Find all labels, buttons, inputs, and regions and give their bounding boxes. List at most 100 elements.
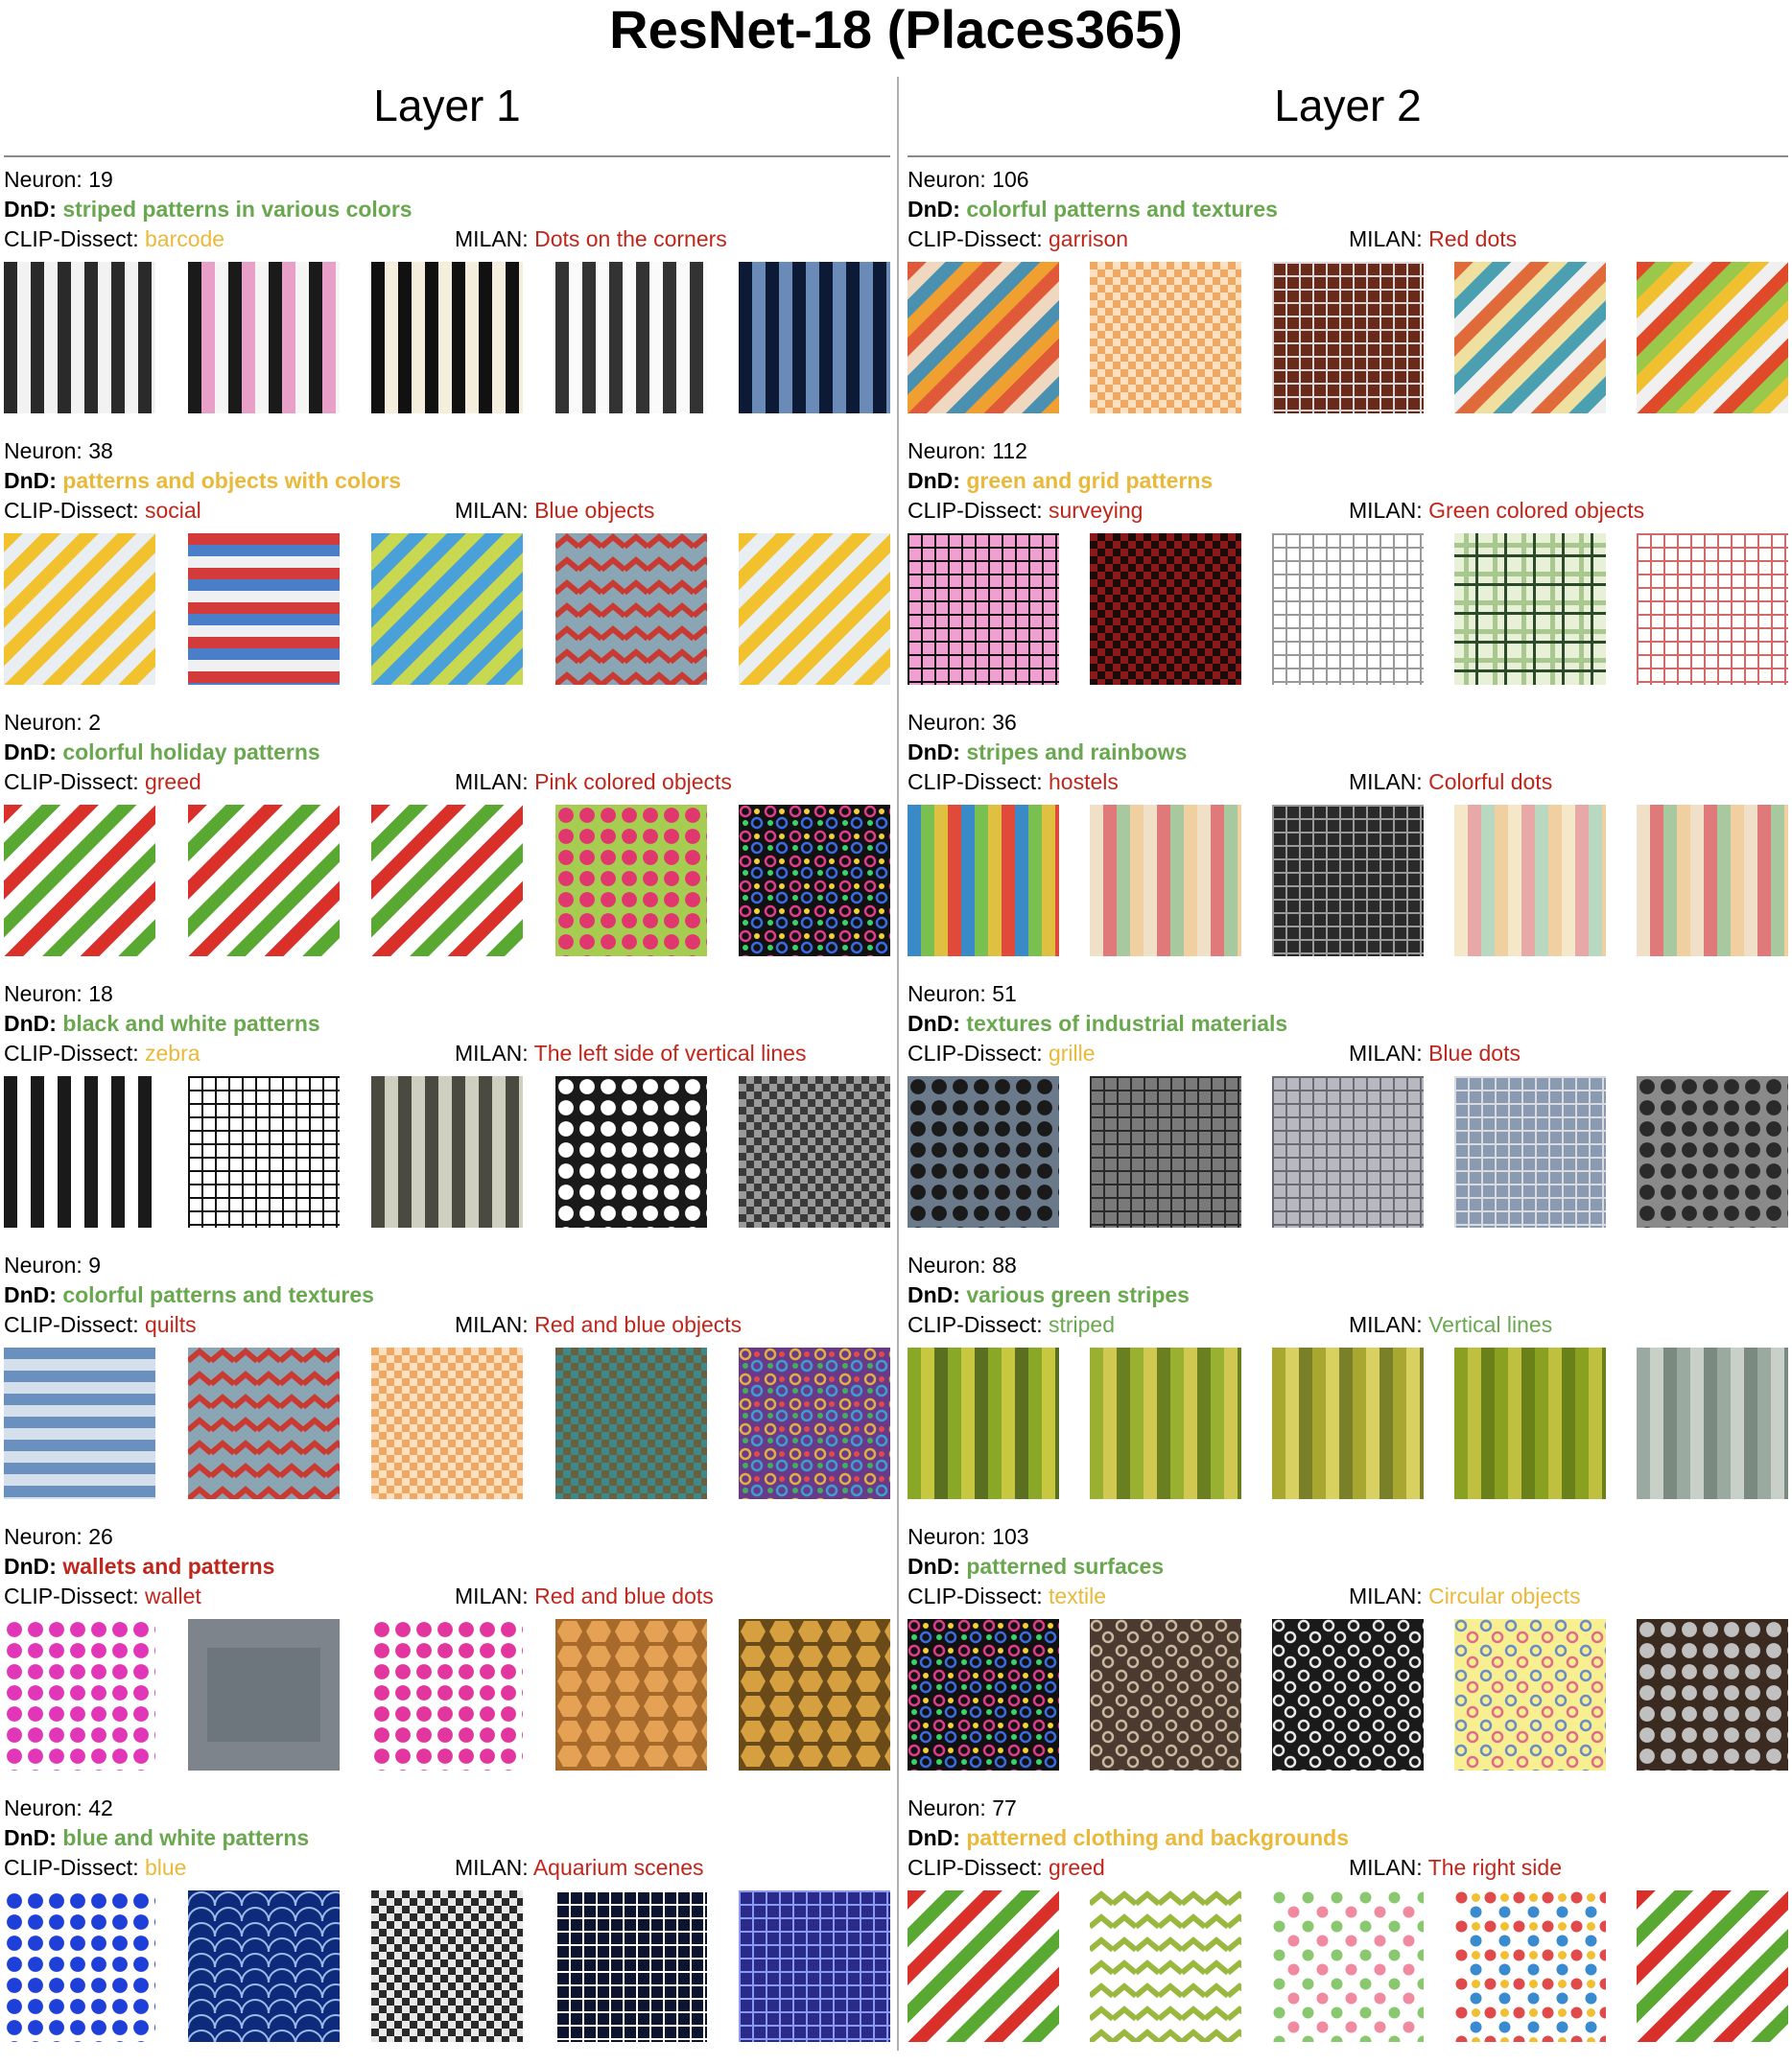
clip-dissect-label: CLIP-Dissect: bbox=[908, 226, 1049, 251]
method-line: CLIP-Dissect: garrison MILAN: Red dots bbox=[908, 224, 1788, 254]
activation-image bbox=[187, 533, 340, 685]
clip-dissect-label: CLIP-Dissect: bbox=[4, 1855, 145, 1880]
clip-dissect-label: CLIP-Dissect: bbox=[908, 1041, 1049, 1066]
milan-label: MILAN: bbox=[1349, 1312, 1429, 1337]
activation-image bbox=[1637, 1348, 1788, 1499]
activation-image bbox=[371, 1890, 523, 2042]
clip-dissect-description: blue bbox=[144, 1855, 187, 1880]
milan-group: MILAN: Vertical lines bbox=[1349, 1310, 1552, 1340]
neuron-block: Neuron: 2 DnD: colorful holiday patterns C… bbox=[4, 708, 890, 979]
method-line: CLIP-Dissect: grille MILAN: Blue dots bbox=[908, 1039, 1788, 1068]
neuron-label: Neuron: bbox=[4, 981, 89, 1006]
clip-dissect-label: CLIP-Dissect: bbox=[4, 226, 145, 251]
neuron-id-line: Neuron: 36 bbox=[908, 708, 1788, 738]
layer-title: Layer 2 bbox=[1274, 81, 1422, 130]
milan-description: Red dots bbox=[1428, 226, 1518, 251]
layer-column-left: Layer 1 Neuron: 19 DnD: striped patterns i… bbox=[4, 67, 890, 2065]
activation-image bbox=[908, 262, 1059, 413]
clip-dissect-label: CLIP-Dissect: bbox=[908, 1584, 1049, 1608]
dnd-label: DnD: bbox=[4, 197, 63, 222]
milan-label: MILAN: bbox=[455, 769, 535, 794]
neuron-block: Neuron: 51 DnD: textures of industrial ma… bbox=[908, 979, 1788, 1251]
dnd-description: colorful patterns and textures bbox=[966, 197, 1278, 222]
neuron-block: Neuron: 77 DnD: patterned clothing and ba… bbox=[908, 1794, 1788, 2065]
milan-group: MILAN: The right side bbox=[1349, 1853, 1562, 1883]
activation-image bbox=[4, 533, 155, 685]
activation-image bbox=[1637, 533, 1788, 685]
activation-image bbox=[908, 1890, 1059, 2042]
activation-image bbox=[1454, 533, 1606, 685]
neuron-id-line: Neuron: 38 bbox=[4, 436, 890, 466]
milan-group: MILAN: Red and blue dots bbox=[455, 1582, 714, 1611]
milan-group: MILAN: Aquarium scenes bbox=[455, 1853, 704, 1883]
neuron-label: Neuron: bbox=[908, 167, 993, 192]
dnd-line: DnD: textures of industrial materials bbox=[908, 1009, 1788, 1039]
milan-description: Pink colored objects bbox=[534, 769, 732, 794]
method-line: CLIP-Dissect: wallet MILAN: Red and blue … bbox=[4, 1582, 890, 1611]
dnd-label: DnD: bbox=[4, 739, 63, 764]
clip-dissect-description: wallet bbox=[144, 1584, 201, 1608]
activation-image bbox=[1272, 805, 1424, 956]
neuron-id-line: Neuron: 26 bbox=[4, 1522, 890, 1552]
milan-description: Colorful dots bbox=[1428, 769, 1553, 794]
neuron-block: Neuron: 88 DnD: various green stripes CLIP… bbox=[908, 1251, 1788, 1522]
milan-label: MILAN: bbox=[1349, 1041, 1429, 1066]
activation-image bbox=[1454, 805, 1606, 956]
activation-image bbox=[371, 1619, 523, 1771]
dnd-label: DnD: bbox=[908, 468, 967, 493]
neuron-block: Neuron: 36 DnD: stripes and rainbows CLIP-… bbox=[908, 708, 1788, 979]
clip-dissect-label: CLIP-Dissect: bbox=[4, 1584, 145, 1608]
milan-group: MILAN: Green colored objects bbox=[1349, 496, 1644, 526]
milan-group: MILAN: Colorful dots bbox=[1349, 767, 1552, 797]
method-line: CLIP-Dissect: blue MILAN: Aquarium scenes bbox=[4, 1853, 890, 1883]
neuron-id: 26 bbox=[88, 1524, 113, 1549]
activation-image bbox=[1272, 1890, 1424, 2042]
milan-label: MILAN: bbox=[1349, 1855, 1428, 1880]
activation-image bbox=[1454, 1890, 1606, 2042]
dnd-label: DnD: bbox=[4, 468, 63, 493]
clip-dissect-label: CLIP-Dissect: bbox=[4, 498, 145, 523]
activation-image bbox=[1454, 262, 1606, 413]
method-line: CLIP-Dissect: textile MILAN: Circular obj… bbox=[908, 1582, 1788, 1611]
dnd-label: DnD: bbox=[908, 1554, 967, 1579]
neuron-label: Neuron: bbox=[908, 1795, 993, 1820]
clip-dissect-description: barcode bbox=[144, 226, 225, 251]
activation-image bbox=[554, 1348, 707, 1499]
activation-image bbox=[187, 1076, 340, 1228]
activation-image bbox=[1637, 262, 1788, 413]
milan-description: The left side of vertical lines bbox=[533, 1041, 807, 1066]
method-line: CLIP-Dissect: striped MILAN: Vertical lin… bbox=[908, 1310, 1788, 1340]
dnd-label: DnD: bbox=[908, 197, 967, 222]
clip-dissect-description: quilts bbox=[144, 1312, 197, 1337]
activation-image-row bbox=[908, 533, 1788, 685]
activation-image bbox=[4, 1348, 155, 1499]
activation-image-row bbox=[4, 1619, 890, 1771]
dnd-line: DnD: green and grid patterns bbox=[908, 466, 1788, 496]
dnd-label: DnD: bbox=[908, 1011, 967, 1036]
layer-divider bbox=[4, 155, 890, 157]
dnd-description: stripes and rainbows bbox=[966, 739, 1188, 764]
activation-image bbox=[1272, 1619, 1424, 1771]
activation-image bbox=[1090, 1619, 1241, 1771]
activation-image bbox=[908, 805, 1059, 956]
dnd-line: DnD: patterns and objects with colors bbox=[4, 466, 890, 496]
activation-image bbox=[1090, 1348, 1241, 1499]
milan-label: MILAN: bbox=[1349, 226, 1429, 251]
neuron-label: Neuron: bbox=[908, 1524, 993, 1549]
activation-image-row bbox=[4, 533, 890, 685]
method-line: CLIP-Dissect: social MILAN: Blue objects bbox=[4, 496, 890, 526]
neuron-id-line: Neuron: 42 bbox=[4, 1794, 890, 1823]
activation-image bbox=[739, 1890, 890, 2042]
activation-image-row bbox=[4, 1348, 890, 1499]
neuron-block: Neuron: 38 DnD: patterns and objects with… bbox=[4, 436, 890, 708]
neuron-label: Neuron: bbox=[4, 1524, 89, 1549]
dnd-description: patterned surfaces bbox=[966, 1554, 1165, 1579]
neuron-id: 9 bbox=[88, 1253, 102, 1278]
milan-description: Dots on the corners bbox=[534, 226, 727, 251]
neuron-block: Neuron: 103 DnD: patterned surfaces CLIP-D… bbox=[908, 1522, 1788, 1794]
activation-image-row bbox=[908, 1076, 1788, 1228]
neuron-block: Neuron: 42 DnD: blue and white patterns CL… bbox=[4, 1794, 890, 2065]
activation-image bbox=[4, 1619, 155, 1771]
milan-label: MILAN: bbox=[1349, 769, 1429, 794]
activation-image bbox=[1637, 805, 1788, 956]
